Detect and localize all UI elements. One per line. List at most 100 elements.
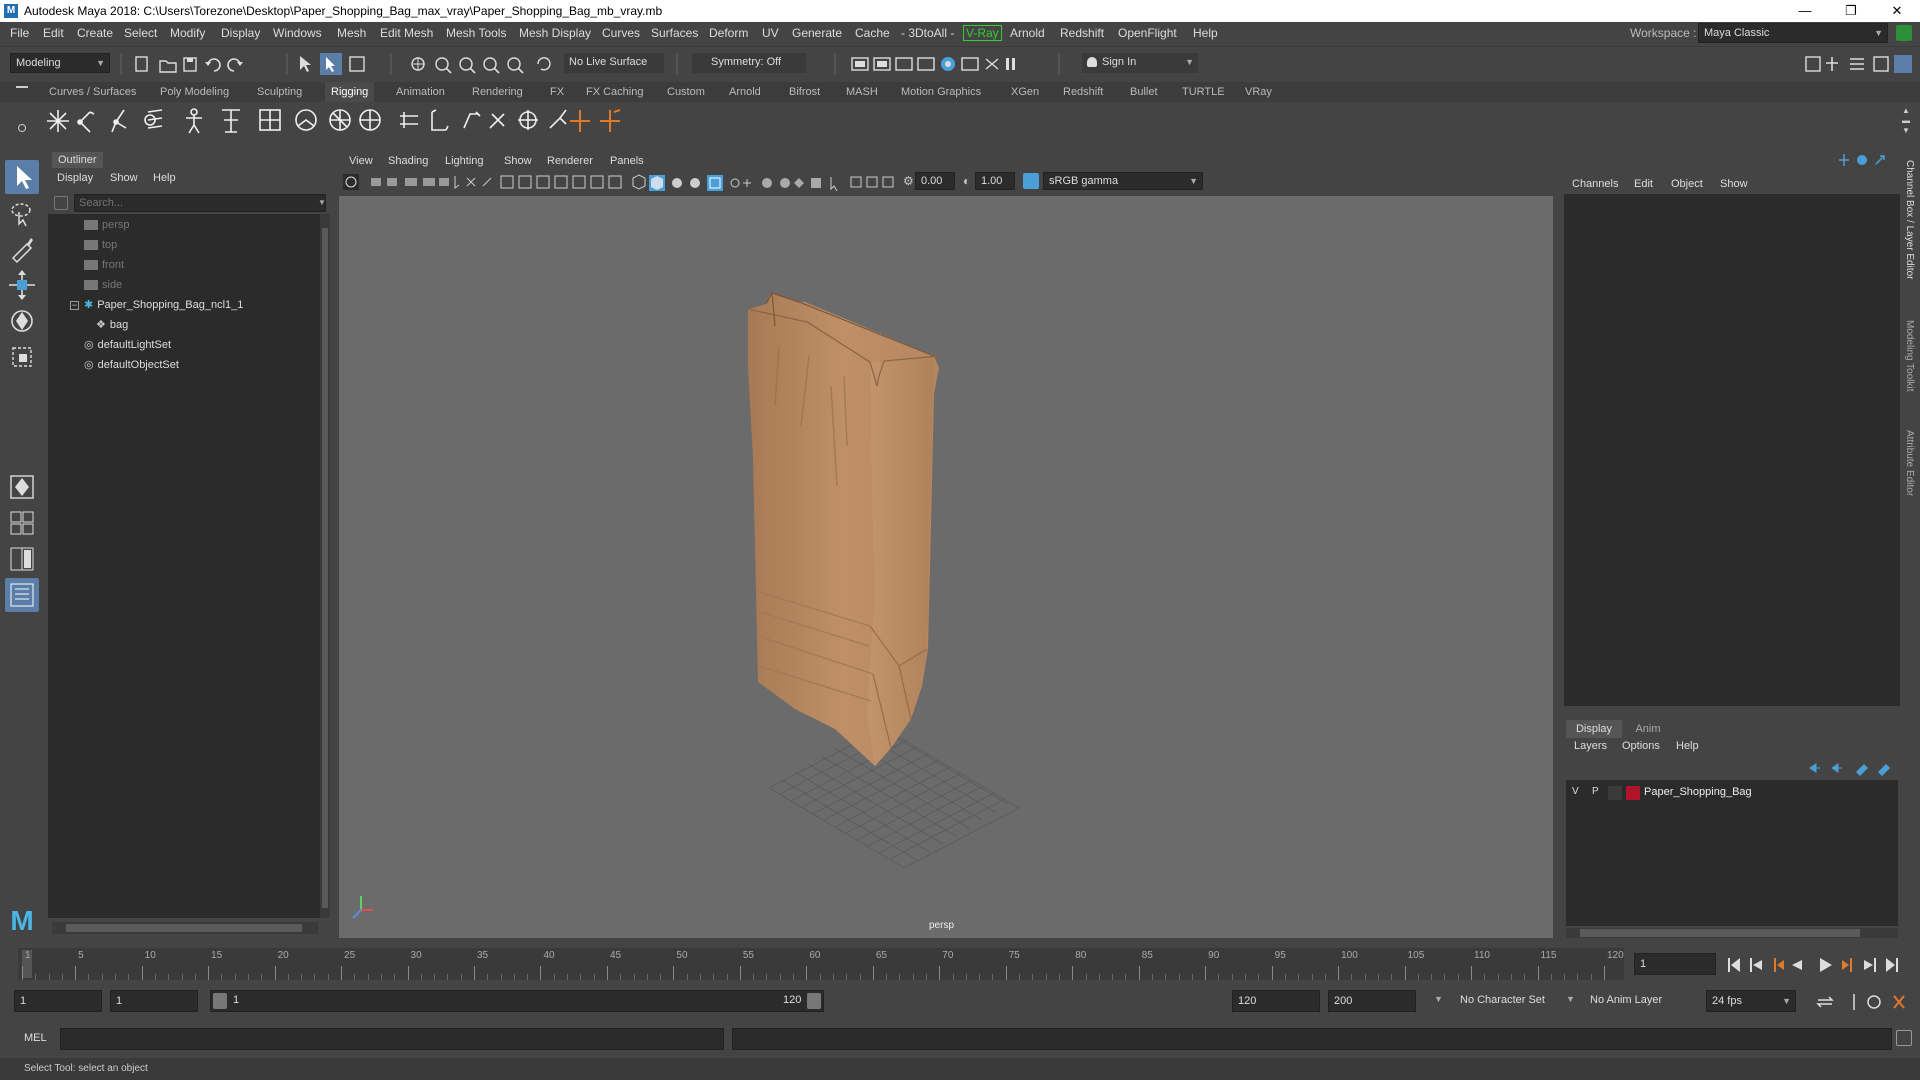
menu-select[interactable]: Select: [124, 22, 157, 44]
channels-menu-channels[interactable]: Channels: [1572, 178, 1618, 190]
selection-mode-icons[interactable]: [296, 53, 376, 75]
outliner-item-bag[interactable]: ❖ bag: [96, 316, 128, 334]
file-tools-icons[interactable]: [134, 55, 254, 75]
outliner-item-default-object-set[interactable]: ◎ defaultObjectSet: [84, 356, 179, 374]
menu-generate[interactable]: Generate: [792, 22, 842, 44]
rigging-shelf-icons[interactable]: [44, 106, 704, 136]
far-clip-field[interactable]: 1.00: [975, 172, 1015, 190]
outliner-search-input[interactable]: [74, 194, 326, 212]
side-tab-attribute-editor[interactable]: Attribute Editor: [1904, 430, 1915, 496]
animation-end-field[interactable]: 200: [1328, 990, 1416, 1012]
menu-edit[interactable]: Edit: [43, 22, 64, 44]
layer-horizontal-scrollbar[interactable]: [1566, 928, 1898, 938]
layer-row[interactable]: V P Paper_Shopping_Bag: [1566, 784, 1898, 802]
near-clip-field[interactable]: 0.00: [915, 172, 955, 190]
layer-action-icons[interactable]: [1806, 760, 1896, 776]
command-input[interactable]: [60, 1028, 724, 1050]
menu-mesh-display[interactable]: Mesh Display: [519, 22, 591, 44]
viewport-menu-lighting[interactable]: Lighting: [445, 155, 484, 167]
menu-display[interactable]: Display: [221, 22, 260, 44]
color-space-dropdown[interactable]: sRGB gamma ▼: [1043, 172, 1203, 190]
shelf-tab-motion-graphics[interactable]: Motion Graphics: [901, 82, 981, 102]
menu-create[interactable]: Create: [77, 22, 113, 44]
playback-controls[interactable]: [1726, 956, 1916, 974]
outliner-menu-display[interactable]: Display: [57, 172, 93, 184]
shelf-tab-fx-caching[interactable]: FX Caching: [586, 82, 643, 102]
menu-openflight[interactable]: OpenFlight: [1118, 22, 1177, 44]
side-tab-channel-box[interactable]: Channel Box / Layer Editor: [1904, 160, 1915, 280]
color-management-icon[interactable]: [1023, 173, 1039, 189]
layout-outliner-button[interactable]: [5, 578, 39, 612]
menu-surfaces[interactable]: Surfaces: [651, 22, 698, 44]
move-tool-button[interactable]: [5, 268, 39, 302]
filter-icon[interactable]: [54, 196, 68, 210]
menu-deform[interactable]: Deform: [709, 22, 748, 44]
snap-tools-icons[interactable]: [408, 55, 558, 75]
layer-tab-anim[interactable]: Anim: [1628, 720, 1668, 738]
rotate-tool-button[interactable]: [5, 304, 39, 338]
menu-mesh[interactable]: Mesh: [337, 22, 366, 44]
lasso-tool-button[interactable]: [5, 196, 39, 230]
restore-button[interactable]: ❐: [1828, 0, 1874, 22]
outliner-item-default-light-set[interactable]: ◎ defaultLightSet: [84, 336, 171, 354]
shelf-tab-rendering[interactable]: Rendering: [472, 82, 523, 102]
fps-dropdown[interactable]: 24 fps ▼: [1706, 990, 1796, 1012]
close-button[interactable]: ✕: [1874, 0, 1920, 22]
menu-redshift[interactable]: Redshift: [1060, 22, 1104, 44]
sign-in-dropdown[interactable]: Sign In ▼: [1082, 53, 1198, 73]
playback-end-field[interactable]: 120: [1232, 990, 1320, 1012]
menu-3dtoall[interactable]: - 3DtoAll -: [901, 22, 954, 44]
channel-box-header-icons[interactable]: [1838, 152, 1888, 168]
script-editor-icon[interactable]: [1896, 1030, 1912, 1046]
menu-mesh-tools[interactable]: Mesh Tools: [446, 22, 506, 44]
anim-layer-label[interactable]: No Anim Layer: [1590, 994, 1662, 1006]
menu-modify[interactable]: Modify: [170, 22, 205, 44]
minimize-button[interactable]: —: [1782, 0, 1828, 22]
shelf-scroll-arrows[interactable]: ▲ ▬ ▼: [1902, 106, 1912, 136]
outliner-vertical-scrollbar[interactable]: [320, 214, 330, 918]
outliner-horizontal-scrollbar[interactable]: [52, 922, 318, 934]
shelf-tab-vray[interactable]: VRay: [1245, 82, 1272, 102]
shelf-tab-custom[interactable]: Custom: [667, 82, 705, 102]
menu-curves[interactable]: Curves: [602, 22, 640, 44]
3d-viewport[interactable]: persp: [339, 196, 1553, 938]
shelf-tab-sculpting[interactable]: Sculpting: [257, 82, 302, 102]
outliner-menu-help[interactable]: Help: [153, 172, 176, 184]
outliner-item-top[interactable]: top: [84, 236, 117, 254]
outliner-item-side[interactable]: side: [84, 276, 122, 294]
outliner-menu-show[interactable]: Show: [110, 172, 138, 184]
layer-menu-layers[interactable]: Layers: [1574, 740, 1607, 752]
shelf-tab-xgen[interactable]: XGen: [1011, 82, 1039, 102]
channels-menu-edit[interactable]: Edit: [1634, 178, 1653, 190]
scale-tool-button[interactable]: [5, 340, 39, 374]
layer-color-swatch[interactable]: [1626, 786, 1640, 800]
shelf-tab-bullet[interactable]: Bullet: [1130, 82, 1158, 102]
range-end-handle[interactable]: [807, 993, 821, 1009]
layer-tab-display[interactable]: Display: [1566, 720, 1622, 738]
channel-box-content[interactable]: [1564, 194, 1900, 706]
menu-vray[interactable]: V-Ray: [963, 25, 1002, 41]
layout-split-button[interactable]: [5, 542, 39, 576]
layer-playback-toggle[interactable]: P: [1592, 786, 1599, 797]
menu-uv[interactable]: UV: [762, 22, 779, 44]
select-tool-button[interactable]: [5, 160, 39, 194]
mel-label[interactable]: MEL: [24, 1032, 47, 1044]
channels-menu-show[interactable]: Show: [1720, 178, 1748, 190]
range-bar[interactable]: 1 120: [210, 990, 824, 1012]
menu-edit-mesh[interactable]: Edit Mesh: [380, 22, 433, 44]
layer-type-toggle[interactable]: [1608, 786, 1622, 800]
character-set-label[interactable]: No Character Set: [1460, 994, 1545, 1006]
panel-toggle-icons[interactable]: [1802, 53, 1912, 75]
workspace-dropdown[interactable]: Maya Classic ▼: [1698, 23, 1888, 43]
layer-visibility-toggle[interactable]: V: [1572, 786, 1579, 797]
menu-windows[interactable]: Windows: [273, 22, 322, 44]
animation-start-field[interactable]: 1: [14, 990, 102, 1012]
live-surface-field[interactable]: No Live Surface: [564, 53, 664, 73]
shelf-tab-redshift[interactable]: Redshift: [1063, 82, 1103, 102]
menu-help[interactable]: Help: [1193, 22, 1218, 44]
last-tool-button[interactable]: [5, 470, 39, 504]
menuset-dropdown[interactable]: Modeling ▼: [10, 53, 110, 73]
shelf-tab-mash[interactable]: MASH: [846, 82, 878, 102]
viewport-menu-show[interactable]: Show: [504, 155, 532, 167]
symmetry-dropdown[interactable]: Symmetry: Off: [692, 53, 806, 73]
